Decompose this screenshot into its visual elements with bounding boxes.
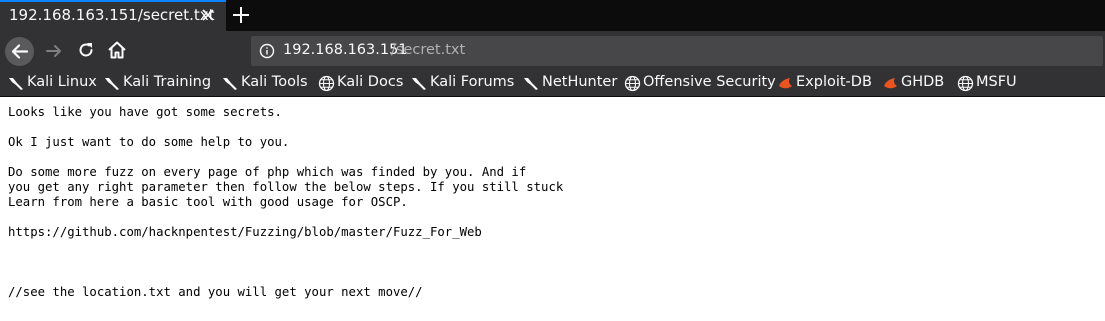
bookmark-label: GHDB — [901, 74, 945, 90]
bookmark-label: Offensive Security — [643, 74, 776, 90]
home-button[interactable] — [106, 39, 128, 61]
text-line: Looks like you have got some secrets. — [8, 105, 282, 119]
text-line: https://github.com/hacknpentest/Fuzzing/… — [8, 225, 482, 239]
bookmark-label: NetHunter — [542, 74, 618, 90]
info-icon[interactable] — [259, 43, 275, 59]
kali-dragon-icon — [105, 78, 119, 90]
new-tab-icon[interactable] — [230, 3, 252, 27]
globe-icon — [624, 75, 641, 92]
kali-dragon-icon — [9, 78, 23, 90]
text-line: Do some more fuzz on every page of php w… — [8, 165, 527, 179]
bookmark-label: Kali Docs — [337, 74, 404, 90]
bookmark-label: MSFU — [976, 74, 1017, 90]
close-tab-icon[interactable] — [199, 6, 217, 24]
text-line: Ok I just want to do some help to you. — [8, 135, 290, 149]
bookmark-label: Kali Forums — [430, 74, 515, 90]
bookmark-label: Kali Tools — [241, 74, 308, 90]
exploit-db-icon — [884, 78, 897, 89]
address-bar[interactable]: 192.168.163.151 /secret.txt — [251, 36, 1103, 66]
text-line: Learn from here a basic tool with good u… — [8, 195, 408, 209]
navigation-toolbar: 192.168.163.151 /secret.txt — [0, 31, 1105, 71]
active-tab-indicator — [0, 0, 226, 2]
globe-icon — [957, 75, 974, 92]
bookmarks-toolbar: Kali Linux Kali Training Kali Tools Kali… — [0, 71, 1105, 97]
page-content: Looks like you have got some secrets. Ok… — [0, 97, 1105, 321]
bookmark-label: Kali Linux — [27, 74, 97, 90]
kali-dragon-icon — [412, 78, 426, 90]
reload-button[interactable] — [76, 40, 96, 60]
tab-title: 192.168.163.151/secret.txt — [9, 6, 215, 24]
text-line: //see the location.txt and you will get … — [8, 285, 423, 299]
text-line: you get any right parameter then follow … — [8, 180, 564, 194]
globe-icon — [318, 75, 335, 92]
back-button[interactable] — [5, 37, 34, 66]
bookmark-label: Kali Training — [123, 74, 212, 90]
tab-strip: 192.168.163.151/secret.txt — [0, 0, 1105, 31]
kali-dragon-icon — [524, 78, 538, 90]
url-path: /secret.txt — [391, 42, 466, 58]
active-tab[interactable]: 192.168.163.151/secret.txt — [0, 0, 226, 31]
url-host: 192.168.163.151 — [283, 42, 408, 58]
exploit-db-icon — [779, 78, 792, 89]
bookmark-label: Exploit-DB — [796, 74, 872, 90]
kali-dragon-icon — [223, 78, 237, 90]
arrow-left-icon — [11, 44, 29, 59]
forward-button[interactable] — [44, 41, 64, 61]
